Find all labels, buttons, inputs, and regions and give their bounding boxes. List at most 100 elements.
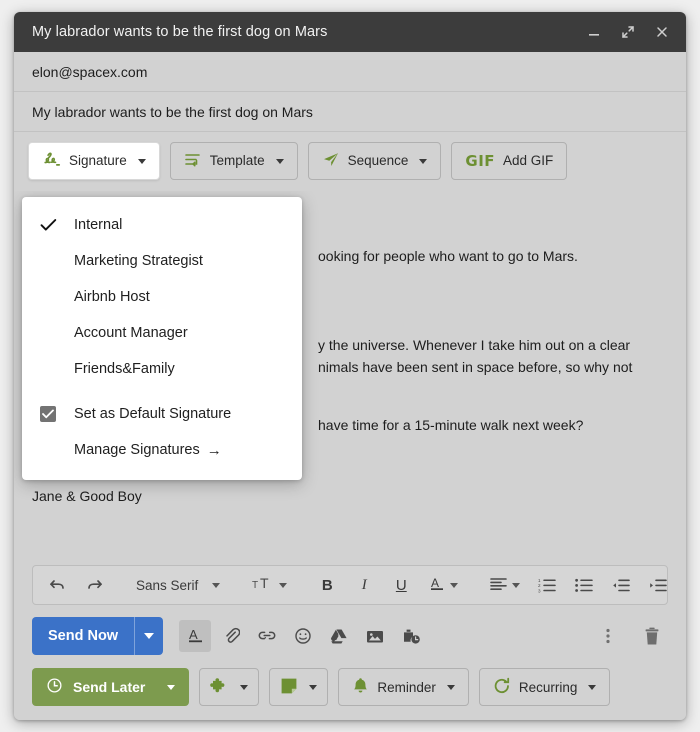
set-default-signature-label: Set as Default Signature <box>74 406 232 422</box>
add-gif-button-label: Add GIF <box>503 153 554 169</box>
text-color-icon: A <box>430 576 445 595</box>
format-toolbar-wrap: Sans Serif T T B I U A 1 2 3 <box>14 557 686 605</box>
window-titlebar: My labrador wants to be the first dog on… <box>14 12 686 52</box>
svg-text:T: T <box>252 580 258 591</box>
compose-body[interactable]: ooking for people who want to go to Mars… <box>14 191 686 557</box>
send-row: Send Now A <box>14 605 686 655</box>
manage-signatures-option[interactable]: Manage Signatures → <box>22 432 302 468</box>
signature-menu-item-internal[interactable]: Internal <box>22 207 302 243</box>
format-toolbar: Sans Serif T T B I U A 1 2 3 <box>32 565 668 605</box>
insert-image-icon[interactable] <box>359 620 391 652</box>
google-drive-icon[interactable] <box>323 620 355 652</box>
chevron-down-icon <box>240 684 249 690</box>
note-icon <box>280 677 298 698</box>
subject-field[interactable]: My labrador wants to be the first dog on… <box>14 92 686 132</box>
send-now-label: Send Now <box>48 628 119 644</box>
sequence-icon <box>322 151 340 171</box>
chevron-down-icon <box>419 158 428 164</box>
signature-menu-item-label: Marketing Strategist <box>74 253 203 269</box>
checkbox-checked-icon[interactable] <box>40 406 56 422</box>
font-size-icon: T T <box>252 575 274 594</box>
checkbox-wrap <box>40 406 74 422</box>
bottom-action-row: Send Later Reminder Recurring <box>14 655 686 720</box>
bullet-list-icon[interactable] <box>566 570 602 600</box>
signature-menu-item-label: Internal <box>74 217 123 233</box>
check-icon <box>40 218 74 232</box>
underline-button[interactable]: U <box>383 570 419 600</box>
chevron-down-icon <box>450 582 459 588</box>
numbered-list-icon[interactable]: 1 2 3 <box>529 570 565 600</box>
chevron-down-icon <box>512 582 521 588</box>
chevron-down-icon <box>167 684 176 690</box>
undo-icon[interactable] <box>39 570 75 600</box>
recurring-label: Recurring <box>518 679 578 695</box>
menu-separator-space <box>22 387 302 396</box>
chevron-down-icon <box>212 582 221 588</box>
chevron-down-icon <box>446 684 455 690</box>
signature-menu-item-airbnb-host[interactable]: Airbnb Host <box>22 279 302 315</box>
puzzle-icon <box>210 677 229 698</box>
signature-menu-item-friends-family[interactable]: Friends&Family <box>22 351 302 387</box>
recurring-button[interactable]: Recurring <box>478 668 611 706</box>
recipient-field[interactable]: elon@spacex.com <box>14 52 686 92</box>
template-button-label: Template <box>209 153 265 169</box>
svg-text:A: A <box>189 627 198 642</box>
window-controls <box>584 22 672 42</box>
compose-window: My labrador wants to be the first dog on… <box>14 12 686 720</box>
signature-dropdown-menu: Internal Marketing Strategist Airbnb Hos… <box>22 197 302 480</box>
svg-text:3: 3 <box>538 588 541 593</box>
trash-icon[interactable] <box>636 620 668 652</box>
align-icon <box>490 577 508 594</box>
chevron-down-icon <box>279 582 288 588</box>
align-button[interactable] <box>480 570 528 600</box>
signature-button[interactable]: Signature <box>28 142 160 180</box>
add-gif-button[interactable]: GIF Add GIF <box>451 142 568 180</box>
chevron-down-icon <box>309 684 318 690</box>
redo-icon[interactable] <box>76 570 112 600</box>
send-later-label: Send Later <box>73 679 146 695</box>
signature-menu-item-label: Friends&Family <box>74 361 175 377</box>
body-closing: Jane & Good Boy <box>32 488 142 504</box>
chevron-down-icon <box>588 684 597 690</box>
reminder-button[interactable]: Reminder <box>338 668 469 706</box>
indent-increase-icon[interactable] <box>640 570 676 600</box>
template-button[interactable]: Template <box>169 142 298 180</box>
link-icon[interactable] <box>251 620 283 652</box>
more-options-icon[interactable] <box>592 620 624 652</box>
attachment-icon[interactable] <box>215 620 247 652</box>
integrations-button[interactable] <box>199 668 260 706</box>
chevron-down-icon <box>275 158 284 164</box>
compose-icon-row: A <box>179 620 427 652</box>
window-title: My labrador wants to be the first dog on… <box>32 24 328 40</box>
signature-button-label: Signature <box>69 153 127 169</box>
minimize-icon[interactable] <box>584 22 604 42</box>
format-text-icon[interactable]: A <box>179 620 212 652</box>
expand-icon[interactable] <box>618 22 638 42</box>
send-now-button[interactable]: Send Now <box>32 617 164 655</box>
emoji-icon[interactable] <box>287 620 319 652</box>
signature-icon <box>42 151 61 171</box>
notes-button[interactable] <box>269 668 329 706</box>
bold-button[interactable]: B <box>309 570 345 600</box>
signature-menu-item-marketing-strategist[interactable]: Marketing Strategist <box>22 243 302 279</box>
schedule-send-icon[interactable] <box>395 620 427 652</box>
signature-menu-item-account-manager[interactable]: Account Manager <box>22 315 302 351</box>
set-default-signature-option[interactable]: Set as Default Signature <box>22 396 302 432</box>
template-icon <box>184 152 202 171</box>
sequence-button-label: Sequence <box>347 153 409 169</box>
text-color-button[interactable]: A <box>420 570 466 600</box>
sequence-button[interactable]: Sequence <box>307 142 442 180</box>
close-icon[interactable] <box>652 22 672 42</box>
app-root: My labrador wants to be the first dog on… <box>0 0 700 732</box>
send-later-button[interactable]: Send Later <box>32 668 190 706</box>
bell-icon <box>352 677 369 698</box>
send-options-caret[interactable] <box>134 617 163 655</box>
signature-menu-item-label: Account Manager <box>74 325 188 341</box>
clock-icon <box>46 677 63 697</box>
font-size-select[interactable]: T T <box>242 570 295 600</box>
italic-button[interactable]: I <box>346 570 382 600</box>
font-family-value: Sans Serif <box>136 577 199 593</box>
arrow-right-icon: → <box>206 441 222 459</box>
font-family-select[interactable]: Sans Serif <box>126 570 228 600</box>
indent-decrease-icon[interactable] <box>603 570 639 600</box>
